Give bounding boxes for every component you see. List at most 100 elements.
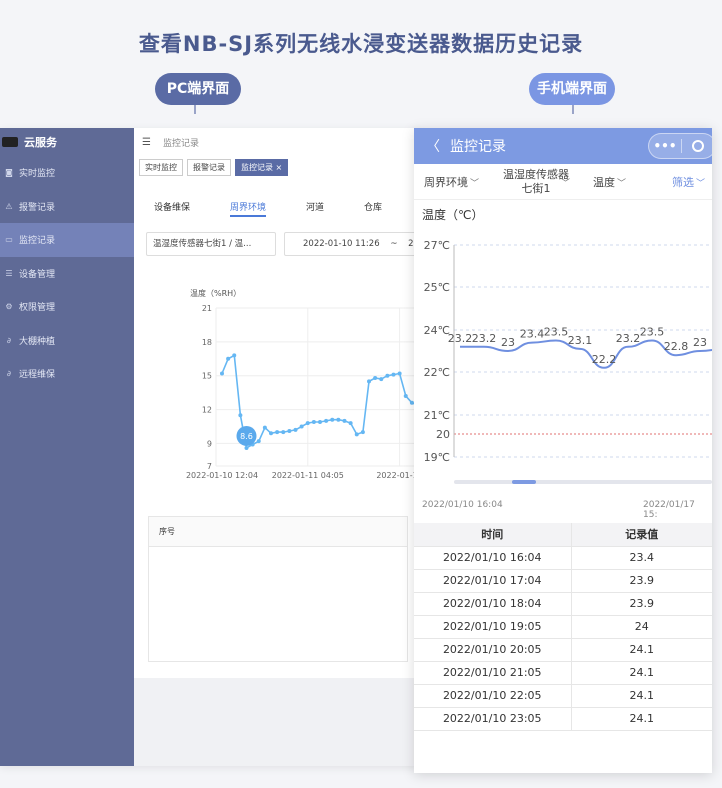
cloud-logo-icon xyxy=(2,137,18,147)
filter-metric-label: 温度 xyxy=(593,176,615,189)
y-tick-label: 18 xyxy=(202,338,212,347)
pc-record-table: 序号 xyxy=(148,516,408,662)
cell-value: 24.1 xyxy=(571,684,712,708)
tab-warehouse[interactable]: 仓库 xyxy=(364,198,382,217)
sidebar-item-greenhouse[interactable]: ∂ 大棚种植 xyxy=(0,324,134,358)
back-icon[interactable]: 〈 xyxy=(426,136,440,156)
menu-toggle-icon[interactable]: ☰ xyxy=(142,137,151,148)
sidebar-item-label: 实时监控 xyxy=(19,169,56,180)
cell-time: 2022/01/10 17:04 xyxy=(414,569,572,593)
tab-river[interactable]: 河道 xyxy=(306,198,324,217)
tab-maintenance[interactable]: 设备维保 xyxy=(154,198,190,217)
cell-value: 24.1 xyxy=(571,638,712,662)
filter-button[interactable]: 筛选 ﹀ xyxy=(672,164,705,200)
tooltip-value: 8.6 xyxy=(240,432,253,441)
sidebar-item-alarm[interactable]: ⚠ 报警记录 xyxy=(0,190,134,224)
device-select[interactable]: 温湿度传感器七街1 / 温... xyxy=(146,232,276,256)
sidebar-item-monitor-records[interactable]: ▭ 监控记录 xyxy=(0,223,134,257)
pc-main: ☰ 监控记录 实时监控 报警记录 监控记录 × 设备维保 周界环境 河道 仓库 … xyxy=(134,128,420,766)
data-point xyxy=(373,375,378,380)
sidebar-item-label: 报警记录 xyxy=(19,202,56,213)
data-label: 23.1 xyxy=(568,334,593,347)
cell-value: 23.9 xyxy=(571,569,712,593)
tag-bar: 实时监控 报警记录 监控记录 × xyxy=(134,156,420,178)
breadcrumb-text: 监控记录 xyxy=(162,138,199,149)
sidebar-item-permissions[interactable]: ⚙ 权限管理 xyxy=(0,290,134,324)
data-point xyxy=(244,445,249,450)
data-label: 23.4 xyxy=(520,328,545,341)
col-value: 记录值 xyxy=(571,523,712,547)
sidebar-item-label: 权限管理 xyxy=(19,303,56,314)
data-point xyxy=(256,439,261,444)
cell-value: 24.1 xyxy=(571,661,712,685)
data-point xyxy=(342,418,347,423)
y-tick-label: 21℃ xyxy=(424,409,450,422)
tab-perimeter[interactable]: 周界环境 xyxy=(230,198,267,217)
sidebar-item-label: 设备管理 xyxy=(19,269,56,280)
chart-date-start: 2022/01/10 16:04 xyxy=(422,500,503,510)
sidebar-item-devices[interactable]: ☰ 设备管理 xyxy=(0,257,134,291)
camera-icon: ◙ xyxy=(5,168,13,178)
filter-area-label: 周界环境 xyxy=(424,176,468,189)
data-point xyxy=(269,431,273,436)
data-point xyxy=(336,417,341,422)
pc-screen: 云服务 ◙ 实时监控 ⚠ 报警记录 ▭ 监控记录 ☰ 设备管理 ⚙ 权限管理 ∂ 大棚种植 … xyxy=(0,128,420,766)
data-label: 22.2 xyxy=(592,353,617,366)
pc-tabs: 设备维保 周界环境 河道 仓库 xyxy=(154,198,382,217)
data-point xyxy=(281,430,286,435)
tag-realtime[interactable]: 实时监控 xyxy=(139,158,183,176)
data-point xyxy=(275,430,280,435)
date-end: 2 xyxy=(408,239,414,249)
data-point xyxy=(348,421,353,426)
data-point xyxy=(367,379,371,384)
data-point xyxy=(385,373,390,378)
sidebar-item-remote[interactable]: ∂ 远程维保 xyxy=(0,357,134,391)
col-time: 时间 xyxy=(414,523,572,547)
chart-date-end: 2022/01/17 15: xyxy=(643,500,695,520)
sidebar-item-label: 远程维保 xyxy=(19,370,56,381)
tag-monitor-records[interactable]: 监控记录 × xyxy=(235,158,289,176)
tag-alarm[interactable]: 报警记录 xyxy=(187,158,231,176)
pc-label-badge: PC端界面 xyxy=(155,73,241,105)
data-point xyxy=(305,421,310,426)
mobile-filter-bar: 周界环境 ﹀ 温湿度传感器七街1 ﹀ 温度 ﹀ 筛选 ﹀ xyxy=(414,164,712,200)
data-point xyxy=(238,413,243,418)
data-point xyxy=(287,429,292,434)
pc-label-pointer xyxy=(194,105,196,114)
brand-name: 云服务 xyxy=(24,136,57,149)
data-point xyxy=(293,427,298,432)
data-point xyxy=(324,418,329,423)
pc-sidebar: 云服务 ◙ 实时监控 ⚠ 报警记录 ▭ 监控记录 ☰ 设备管理 ⚙ 权限管理 ∂ 大棚种植 … xyxy=(0,128,134,766)
scroll-track xyxy=(454,480,712,484)
mobile-label-badge: 手机端界面 xyxy=(529,73,615,105)
table-header-row: 时间 记录值 xyxy=(414,523,712,547)
close-target-icon[interactable] xyxy=(692,140,704,152)
sidebar-item-realtime[interactable]: ◙ 实时监控 xyxy=(0,156,134,190)
cell-time: 2022/01/10 21:05 xyxy=(414,661,572,685)
data-point xyxy=(232,353,237,358)
y-tick-label: 24℃ xyxy=(424,324,450,337)
data-label: 23.2 xyxy=(472,332,497,345)
data-label: 23.5 xyxy=(544,326,569,339)
mobile-record-table: 时间 记录值 2022/01/10 16:04 23.4 2022/01/10 17… xyxy=(414,523,712,731)
date-range-picker[interactable]: 2022-01-10 11:26 ~ 2 xyxy=(284,232,420,256)
link-icon: ∂ xyxy=(6,335,12,345)
mobile-title-bar: 〈 监控记录 ••• xyxy=(414,128,712,164)
filter-area[interactable]: 周界环境 ﹀ xyxy=(424,164,479,200)
alarm-icon: ⚠ xyxy=(5,201,13,211)
table-row: 2022/01/10 21:05 24.1 xyxy=(414,661,712,685)
capsule-divider xyxy=(681,139,682,153)
chevron-down-icon: ﹀ xyxy=(561,178,571,189)
data-point xyxy=(397,371,402,376)
table-row: 2022/01/10 18:04 23.9 xyxy=(414,592,712,616)
data-point xyxy=(318,419,322,424)
sidebar-item-label: 大棚种植 xyxy=(19,336,56,347)
filter-metric[interactable]: 温度 ﹀ xyxy=(593,164,626,200)
cell-value: 23.9 xyxy=(571,592,712,616)
y-tick-label: 21 xyxy=(202,304,212,313)
link-icon: ∂ xyxy=(6,369,12,379)
y-axis-label: 温度（%RH） xyxy=(190,288,241,298)
cell-value: 24 xyxy=(571,615,712,639)
more-icon[interactable]: ••• xyxy=(649,139,681,153)
table-row: 2022/01/10 19:05 24 xyxy=(414,615,712,639)
